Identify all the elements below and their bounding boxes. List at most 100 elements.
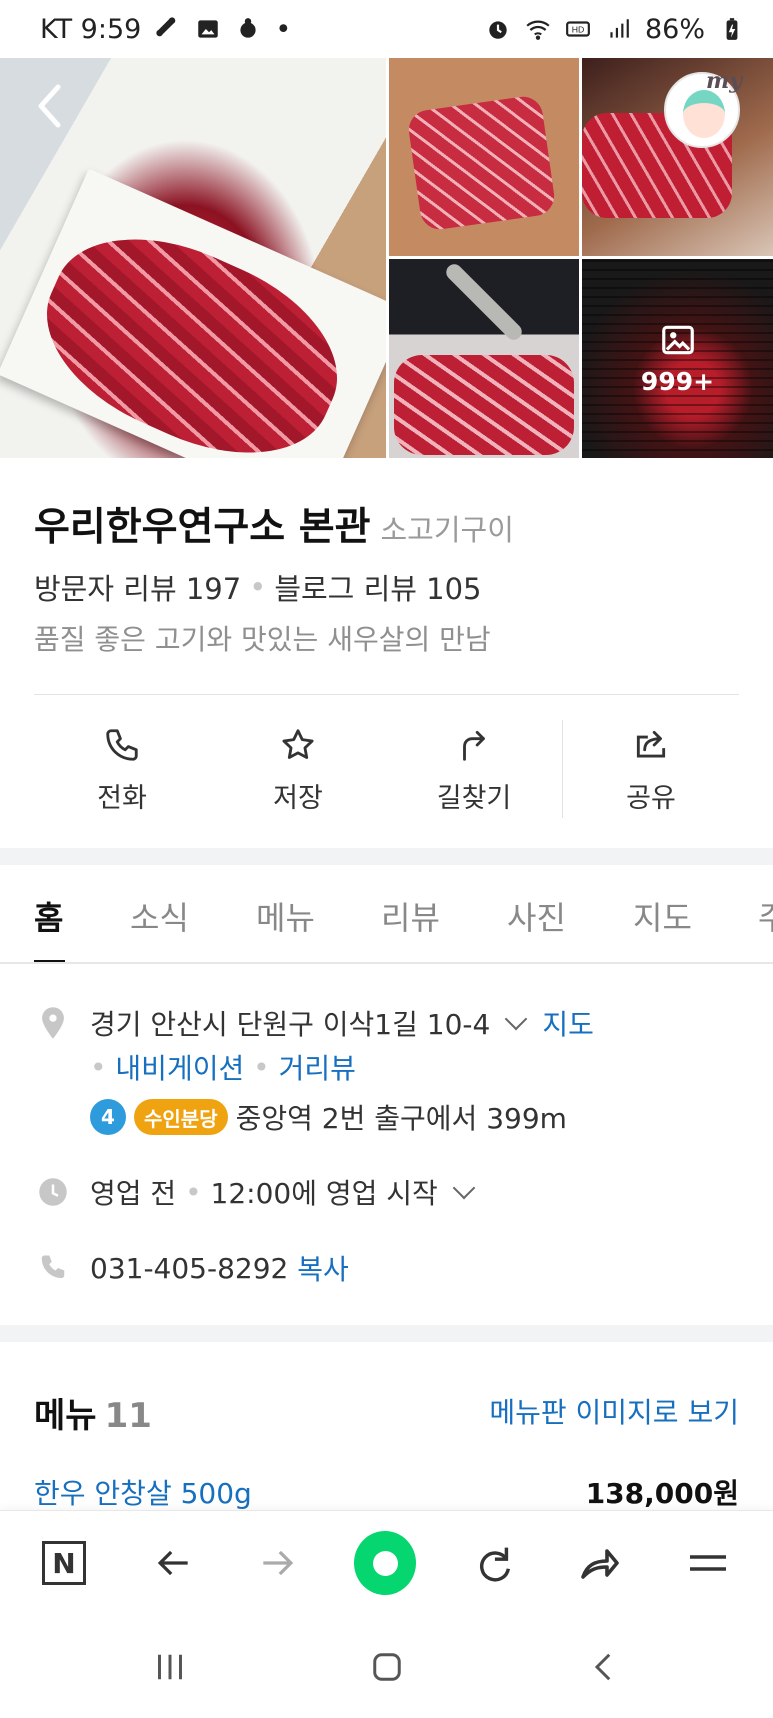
share-icon xyxy=(636,730,666,758)
hours-separator: • xyxy=(176,1175,211,1209)
place-details: 경기 안산시 단원구 이삭1길 10-4 지도 • 내비게이션 • 거리뷰 4 … xyxy=(0,965,773,1325)
tab-news[interactable]: 소식 xyxy=(130,893,189,939)
naver-home-button[interactable]: N xyxy=(33,1532,95,1594)
alarm-icon xyxy=(489,21,507,39)
back-chevron-icon xyxy=(594,1653,611,1680)
my-label: my xyxy=(705,68,742,94)
blog-review-count[interactable]: 블로그 리뷰 105 xyxy=(274,566,481,608)
menu-title: 메뉴 xyxy=(34,1396,97,1436)
phone-row: 031-405-8292 복사 xyxy=(38,1248,349,1288)
share-page-button[interactable] xyxy=(568,1532,630,1594)
naver-n-icon: N xyxy=(42,1541,86,1585)
copy-phone-button[interactable]: 복사 xyxy=(297,1248,349,1288)
photo-thumbnail-3[interactable] xyxy=(389,259,579,458)
reload-icon xyxy=(480,1547,511,1582)
call-label: 전화 xyxy=(97,782,147,814)
green-dot-icon xyxy=(354,1531,416,1595)
section-divider xyxy=(0,848,773,865)
address-actions: • 내비게이션 • 거리뷰 xyxy=(90,1047,356,1087)
hd-icon: HD xyxy=(566,21,590,37)
green-dot-button[interactable] xyxy=(354,1531,416,1595)
chevron-left-icon xyxy=(38,84,61,128)
forward-navigation-button[interactable] xyxy=(247,1532,309,1594)
reload-button[interactable] xyxy=(462,1532,524,1594)
phone-icon xyxy=(106,728,138,761)
divider xyxy=(34,694,739,695)
place-tabs: 홈 소식 메뉴 리뷰 사진 지도 주 xyxy=(0,865,773,964)
browser-menu-button[interactable] xyxy=(677,1532,739,1594)
place-summary: 우리한우연구소 본관 소고기구이 방문자 리뷰 197 • 블로그 리뷰 105… xyxy=(0,458,773,848)
subway-branch-badge: 수인분당 xyxy=(134,1099,228,1135)
visitor-review-count[interactable]: 방문자 리뷰 197 xyxy=(34,566,241,608)
clock-icon xyxy=(39,1178,67,1206)
directions-button[interactable]: 길찾기 xyxy=(386,720,562,820)
image-icon xyxy=(198,20,219,38)
review-summary: 방문자 리뷰 197 • 블로그 리뷰 105 xyxy=(34,566,482,608)
tab-map[interactable]: 지도 xyxy=(633,893,692,939)
status-bar: KT 9:59 • HD 86% xyxy=(0,0,773,58)
recent-apps-button[interactable] xyxy=(135,1644,205,1689)
more-photos-count: 999+ xyxy=(640,367,715,396)
tab-more[interactable]: 주 xyxy=(758,893,773,939)
pill-icon xyxy=(156,17,176,37)
menu-image-link[interactable]: 메뉴판 이미지로 보기 xyxy=(489,1391,739,1431)
call-button[interactable]: 전화 xyxy=(34,720,210,820)
tab-reviews[interactable]: 리뷰 xyxy=(381,893,440,939)
photo-icon xyxy=(661,325,694,355)
battery-level: 86% xyxy=(644,13,705,45)
photo-thumbnail-more[interactable]: 999+ xyxy=(582,259,773,458)
phone-number[interactable]: 031-405-8292 xyxy=(90,1252,288,1285)
system-navigation-bar xyxy=(0,1614,773,1718)
svg-text:HD: HD xyxy=(572,24,585,34)
menu-item[interactable]: 한우 안창살 500g 138,000원 xyxy=(34,1472,739,1512)
menu-count: 11 xyxy=(104,1396,152,1436)
menu-item-name[interactable]: 한우 안창살 500g xyxy=(34,1472,252,1512)
my-profile-button[interactable]: my xyxy=(664,68,742,148)
avatar xyxy=(683,90,725,138)
subway-line-badge: 4 xyxy=(90,1099,126,1135)
photo-thumbnail-1[interactable] xyxy=(389,58,579,256)
home-button[interactable] xyxy=(352,1644,422,1689)
tab-menu[interactable]: 메뉴 xyxy=(256,893,315,939)
carrier-time: KT 9:59 xyxy=(40,13,142,45)
business-status: 영업 전 xyxy=(90,1177,177,1210)
status-right: HD 86% xyxy=(485,14,745,45)
back-navigation-button[interactable] xyxy=(142,1532,204,1594)
place-category: 소고기구이 xyxy=(380,513,514,547)
share-arrow-icon xyxy=(581,1549,619,1579)
station-distance: 중앙역 2번 출구에서 399m xyxy=(235,1102,567,1135)
wifi-icon xyxy=(526,20,550,40)
photo-gallery: 999+ xyxy=(0,58,773,458)
directions-icon xyxy=(463,730,485,761)
menu-icon xyxy=(690,1555,726,1571)
battery-icon xyxy=(726,18,738,40)
section-divider xyxy=(0,1325,773,1342)
share-label: 공유 xyxy=(626,782,676,814)
notification-dot: • xyxy=(275,13,292,45)
opening-time: 12:00에 영업 시작 xyxy=(210,1177,438,1210)
save-button[interactable]: 저장 xyxy=(210,720,386,820)
system-back-button[interactable] xyxy=(569,1644,639,1689)
street-view-separator: • xyxy=(244,1050,279,1084)
mascot-icon xyxy=(240,18,256,38)
address[interactable]: 경기 안산시 단원구 이삭1길 10-4 xyxy=(90,1003,490,1043)
tab-photos[interactable]: 사진 xyxy=(507,893,566,939)
hours-expand-icon[interactable] xyxy=(452,1176,476,1200)
share-button[interactable]: 공유 xyxy=(563,720,739,820)
map-link[interactable]: 지도 xyxy=(542,1003,594,1043)
save-label: 저장 xyxy=(273,782,323,814)
separator-dot: • xyxy=(249,570,267,604)
back-button[interactable] xyxy=(24,74,76,138)
more-photos-overlay[interactable]: 999+ xyxy=(582,259,773,458)
action-buttons: 전화 저장 길찾기 공유 xyxy=(34,720,739,820)
tab-home[interactable]: 홈 xyxy=(34,893,63,939)
arrow-left-icon xyxy=(157,1550,188,1576)
recent-apps-icon xyxy=(158,1654,182,1679)
place-name: 우리한우연구소 본관 xyxy=(34,505,371,550)
hours-row[interactable]: 영업 전 • 12:00에 영업 시작 xyxy=(38,1172,490,1212)
browser-toolbar: N xyxy=(0,1510,773,1614)
address-expand-icon[interactable] xyxy=(505,1007,528,1031)
street-view-link[interactable]: 거리뷰 xyxy=(279,1047,356,1087)
navigation-link[interactable]: 내비게이션 xyxy=(115,1047,244,1087)
menu-heading: 메뉴 11 xyxy=(34,1388,152,1437)
